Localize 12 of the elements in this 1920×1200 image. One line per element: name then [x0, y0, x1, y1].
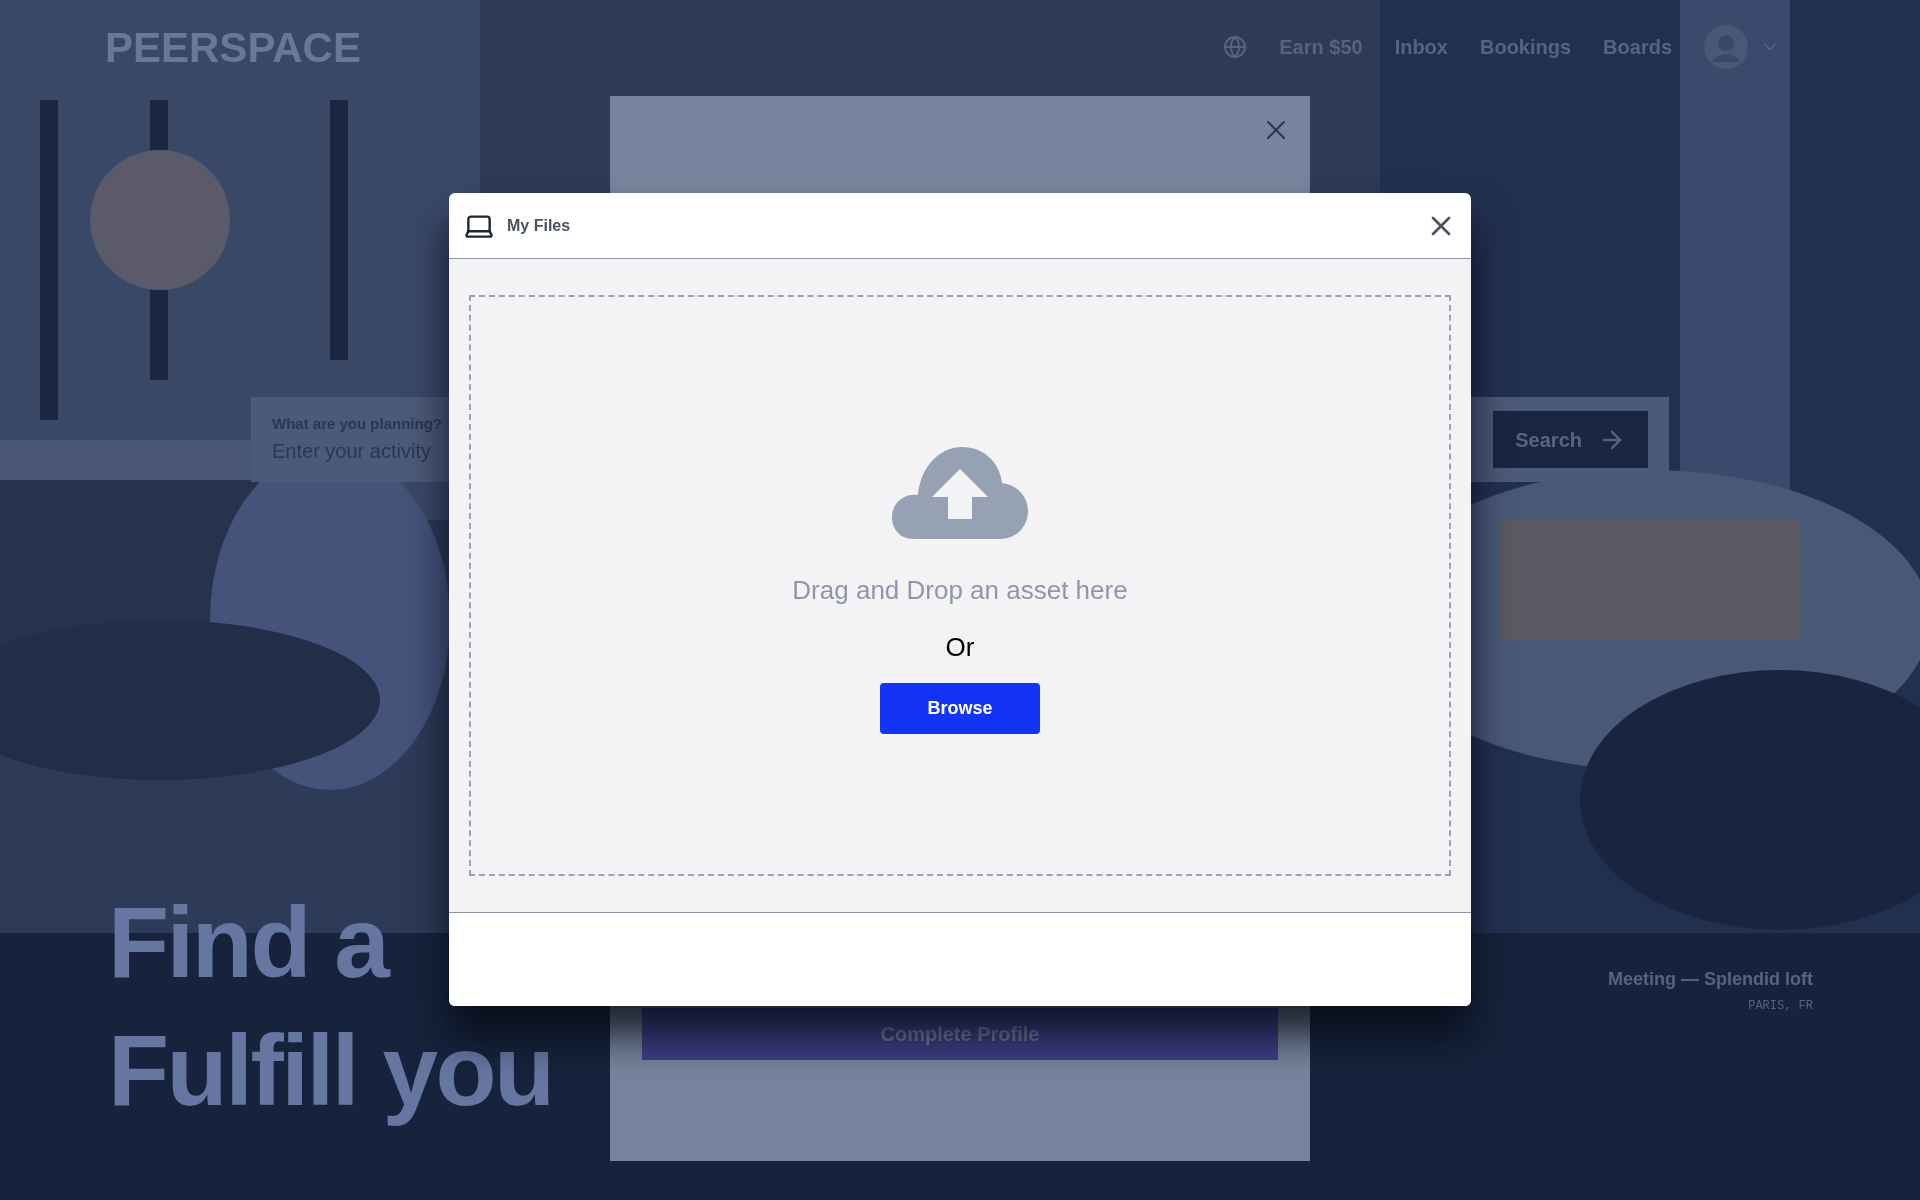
- search-button[interactable]: Search: [1493, 411, 1648, 468]
- drop-instruction: Drag and Drop an asset here: [792, 574, 1128, 607]
- globe-icon[interactable]: [1223, 35, 1248, 59]
- drop-zone[interactable]: Drag and Drop an asset here Or Browse: [469, 295, 1451, 876]
- location-label: PARIS, FR: [1748, 998, 1813, 1015]
- space-caption: Meeting — Splendid loft: [1608, 968, 1813, 991]
- dialog-title: My Files: [507, 215, 571, 236]
- or-label: Or: [945, 631, 975, 664]
- hero-heading: Find a: [108, 885, 390, 1000]
- cloud-upload-icon: [892, 447, 1028, 539]
- browse-button[interactable]: Browse: [880, 683, 1040, 734]
- hero-heading: Fulfill you: [108, 1013, 554, 1128]
